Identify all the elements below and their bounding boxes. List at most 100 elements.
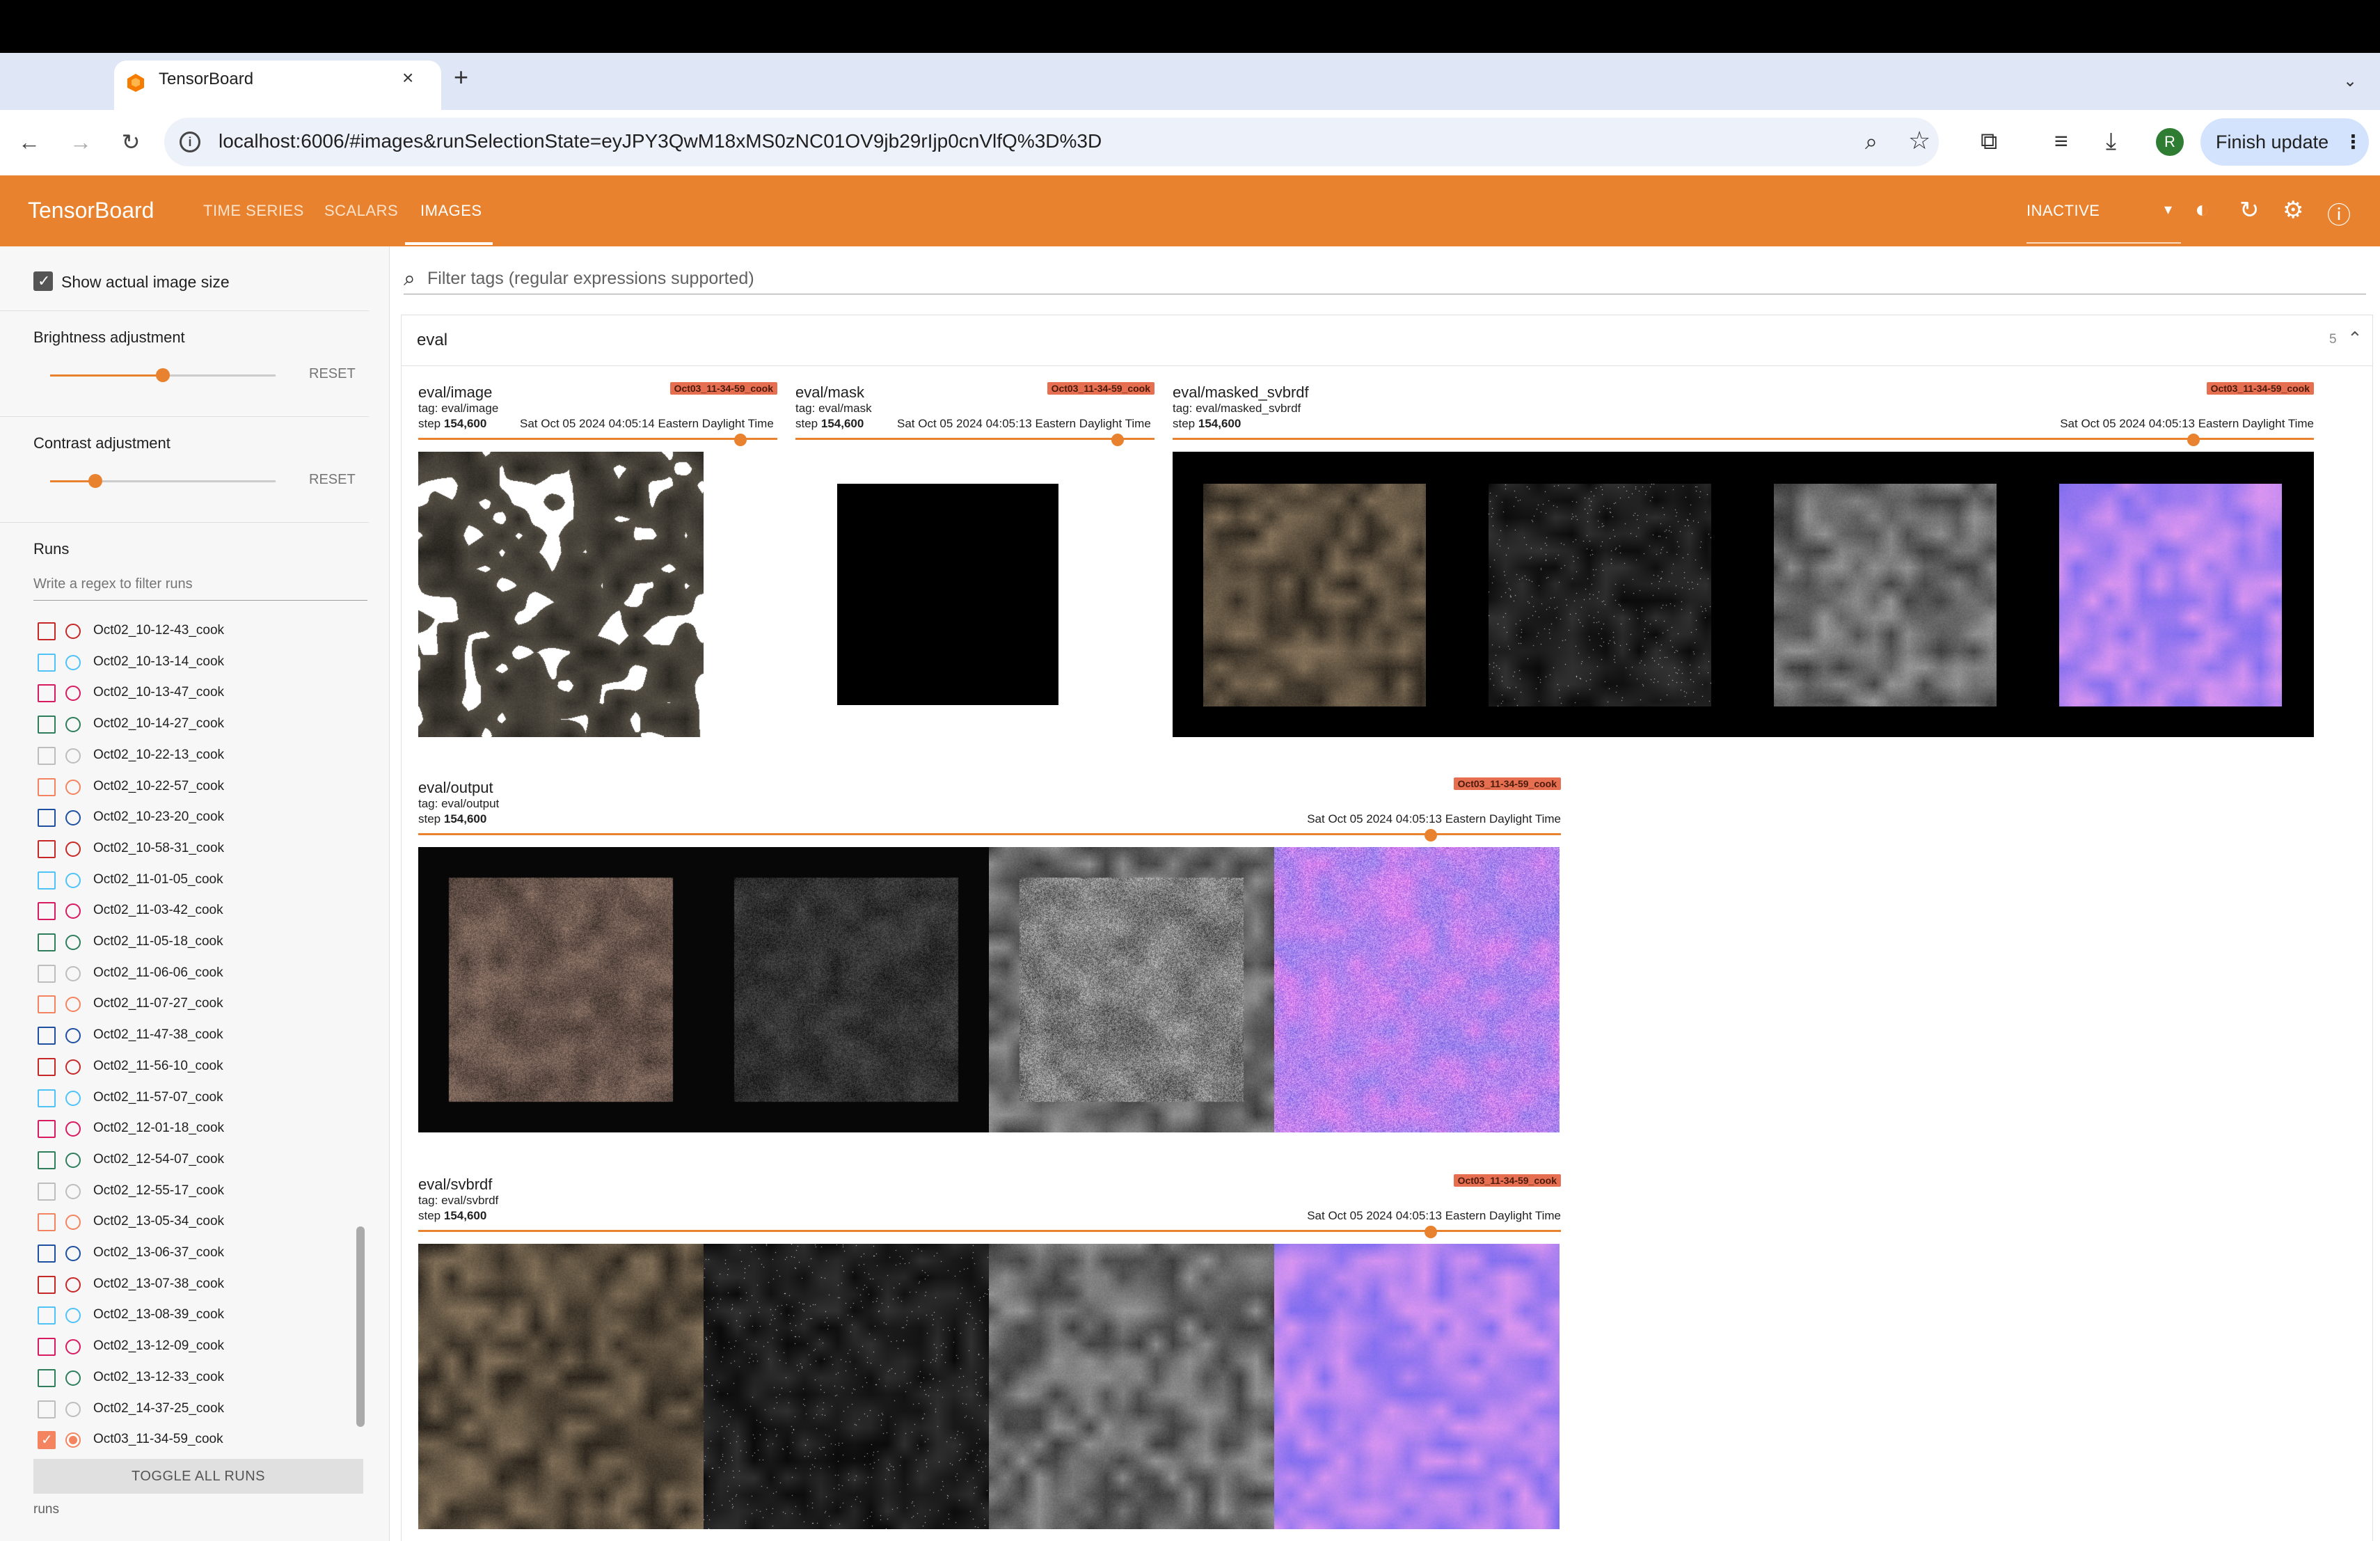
tab-scalars[interactable]: SCALARS	[324, 202, 398, 220]
step-slider-thumb[interactable]	[1425, 829, 1437, 841]
reload-icon[interactable]: ↻	[113, 124, 149, 160]
brightness-reset-button[interactable]: RESET	[309, 366, 356, 382]
run-checkbox[interactable]	[38, 1057, 56, 1076]
bookmark-star-icon[interactable]: ☆	[1908, 126, 1930, 155]
image-display[interactable]	[418, 847, 1560, 1132]
run-row[interactable]: Oct02_11-05-18_cook	[0, 926, 362, 957]
tag-filter-input[interactable]: Filter tags (regular expressions support…	[427, 269, 754, 289]
step-slider[interactable]	[418, 1230, 1561, 1232]
run-color-swatch[interactable]	[65, 1059, 81, 1075]
run-checkbox[interactable]	[38, 809, 56, 828]
run-row[interactable]: Oct02_10-12-43_cook	[0, 615, 362, 646]
run-color-swatch[interactable]	[65, 748, 81, 764]
run-row[interactable]: Oct02_10-22-57_cook	[0, 771, 362, 802]
run-color-swatch[interactable]	[65, 903, 81, 919]
run-checkbox[interactable]	[38, 622, 56, 640]
run-checkbox[interactable]	[38, 839, 56, 858]
run-checkbox[interactable]	[38, 1244, 56, 1263]
forward-icon[interactable]: →	[63, 124, 99, 160]
run-row[interactable]: Oct02_13-12-33_cook	[0, 1362, 362, 1393]
run-row[interactable]: Oct02_12-01-18_cook	[0, 1113, 362, 1144]
show-actual-size-checkbox[interactable]	[33, 271, 53, 291]
contrast-slider-thumb[interactable]	[88, 474, 102, 488]
run-color-swatch[interactable]	[65, 624, 81, 639]
run-checkbox[interactable]	[38, 716, 56, 734]
run-color-swatch[interactable]	[65, 1401, 81, 1417]
run-checkbox[interactable]	[38, 995, 56, 1014]
run-checkbox[interactable]	[38, 964, 56, 983]
tab-images[interactable]: IMAGES	[420, 202, 482, 220]
run-checkbox[interactable]	[38, 653, 56, 672]
run-list-scrollbar[interactable]	[356, 1226, 365, 1427]
group-name[interactable]: eval	[417, 331, 447, 350]
tensorboard-logo[interactable]: TensorBoard	[28, 198, 154, 223]
run-row[interactable]: Oct02_10-14-27_cook	[0, 709, 362, 739]
contrast-slider[interactable]	[50, 474, 276, 488]
image-display[interactable]	[418, 452, 704, 737]
address-bar[interactable]: i localhost:6006/#images&runSelectionSta…	[164, 118, 1939, 166]
run-row[interactable]: Oct02_10-58-31_cook	[0, 833, 362, 864]
run-checkbox[interactable]	[38, 1182, 56, 1201]
toggle-all-runs-button[interactable]: TOGGLE ALL RUNS	[33, 1459, 363, 1494]
run-checkbox[interactable]	[38, 933, 56, 951]
run-color-swatch[interactable]	[65, 1090, 81, 1106]
run-row[interactable]: Oct02_13-06-37_cook	[0, 1238, 362, 1268]
back-icon[interactable]: ←	[11, 124, 47, 160]
run-checkbox[interactable]	[38, 1151, 56, 1169]
run-row[interactable]: Oct02_14-37-25_cook	[0, 1393, 362, 1424]
run-color-swatch[interactable]	[65, 1308, 81, 1324]
run-checkbox[interactable]	[38, 1368, 56, 1387]
run-row[interactable]: Oct02_13-05-34_cook	[0, 1206, 362, 1237]
image-display[interactable]	[1173, 452, 2314, 737]
run-color-swatch[interactable]	[65, 1370, 81, 1386]
run-color-swatch[interactable]	[65, 935, 81, 950]
finish-update-button[interactable]: Finish update ⋮	[2200, 118, 2369, 166]
run-color-swatch[interactable]	[65, 1432, 81, 1448]
settings-gear-icon[interactable]: ⚙	[2283, 196, 2303, 224]
run-row[interactable]: Oct02_11-57-07_cook	[0, 1082, 362, 1113]
run-checkbox[interactable]: ✓	[38, 1431, 56, 1450]
menu-icon[interactable]: ⋮	[2344, 118, 2363, 166]
caret-down-icon[interactable]: ▾	[2164, 200, 2172, 219]
run-color-swatch[interactable]	[65, 1152, 81, 1168]
url-text[interactable]: localhost:6006/#images&runSelectionState…	[219, 130, 1102, 152]
run-row[interactable]: Oct02_11-06-06_cook	[0, 958, 362, 988]
tab-close-icon[interactable]: ×	[402, 67, 413, 89]
run-row[interactable]: Oct02_12-55-17_cook	[0, 1176, 362, 1206]
run-color-swatch[interactable]	[65, 965, 81, 981]
run-checkbox[interactable]	[38, 684, 56, 703]
run-checkbox[interactable]	[38, 1338, 56, 1357]
run-row[interactable]: Oct02_11-01-05_cook	[0, 864, 362, 895]
run-checkbox[interactable]	[38, 1120, 56, 1139]
run-row[interactable]: Oct02_13-07-38_cook	[0, 1269, 362, 1299]
run-color-swatch[interactable]	[65, 1215, 81, 1231]
step-slider[interactable]	[1173, 438, 2314, 440]
step-slider-thumb[interactable]	[734, 434, 747, 446]
run-color-swatch[interactable]	[65, 872, 81, 888]
run-row[interactable]: Oct02_11-47-38_cook	[0, 1020, 362, 1050]
contrast-reset-button[interactable]: RESET	[309, 472, 356, 488]
run-row[interactable]: Oct02_13-12-09_cook	[0, 1331, 362, 1361]
zoom-icon[interactable]: ⌕	[1865, 129, 1878, 155]
run-color-swatch[interactable]	[65, 1183, 81, 1199]
profile-avatar[interactable]: R	[2156, 128, 2184, 156]
run-color-swatch[interactable]	[65, 654, 81, 670]
extensions-icon[interactable]: ⧉	[1981, 128, 1997, 155]
help-icon[interactable]: ⓘ	[2327, 196, 2351, 230]
run-checkbox[interactable]	[38, 1400, 56, 1418]
runs-filter-input[interactable]: Write a regex to filter runs	[33, 576, 193, 592]
run-checkbox[interactable]	[38, 1275, 56, 1294]
run-row[interactable]: Oct02_11-03-42_cook	[0, 895, 362, 926]
brightness-slider-thumb[interactable]	[156, 368, 170, 382]
run-row[interactable]: Oct02_10-13-47_cook	[0, 677, 362, 708]
run-row[interactable]: Oct02_12-54-07_cook	[0, 1144, 362, 1175]
run-color-swatch[interactable]	[65, 1339, 81, 1355]
run-color-swatch[interactable]	[65, 841, 81, 857]
download-icon[interactable]: ⤓	[2106, 128, 2116, 155]
run-checkbox[interactable]	[38, 1027, 56, 1045]
run-checkbox[interactable]	[38, 871, 56, 890]
run-color-swatch[interactable]	[65, 997, 81, 1013]
run-row[interactable]: Oct02_13-08-39_cook	[0, 1299, 362, 1330]
site-info-icon[interactable]: i	[180, 132, 200, 152]
run-color-swatch[interactable]	[65, 779, 81, 795]
